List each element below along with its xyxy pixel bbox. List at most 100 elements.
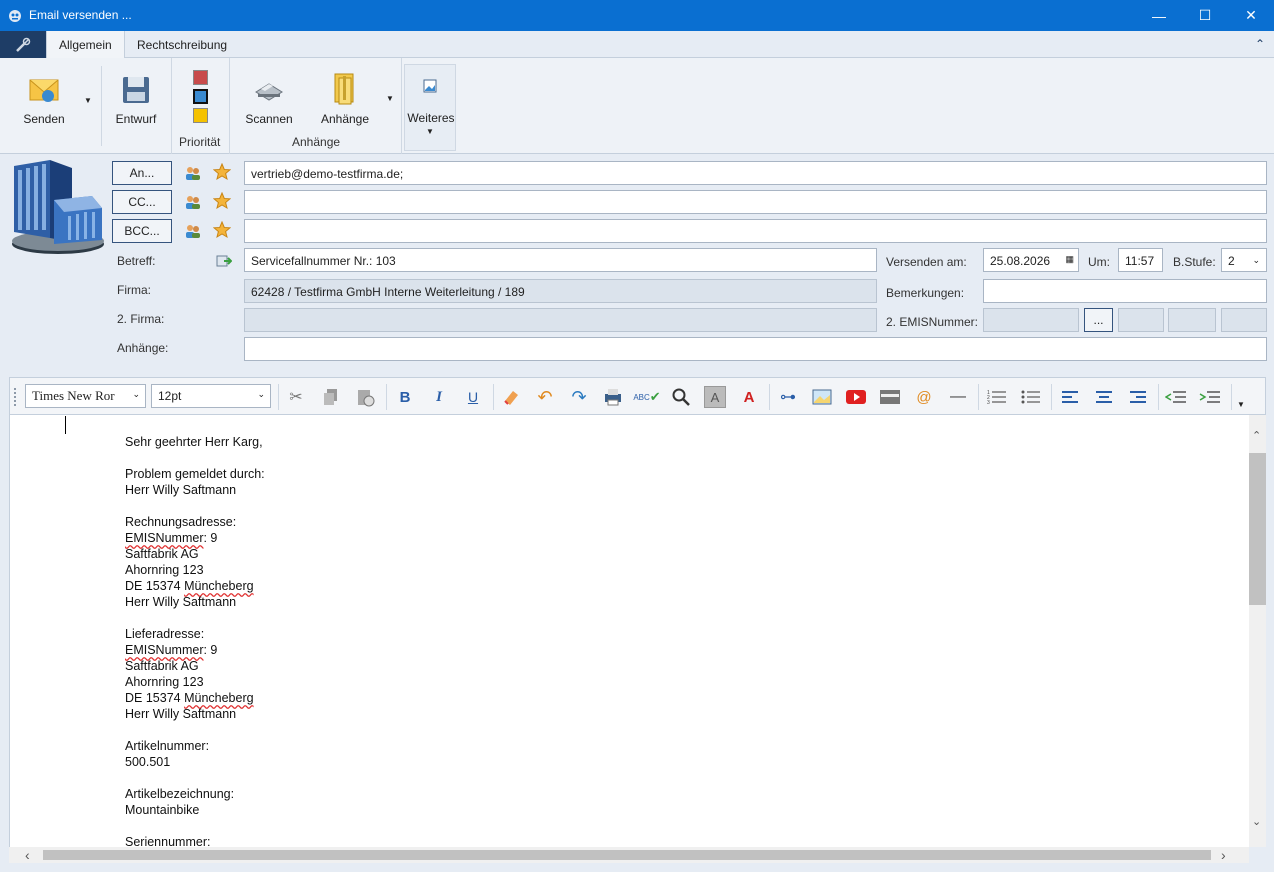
paste-icon[interactable] bbox=[354, 386, 376, 408]
search-icon[interactable] bbox=[670, 386, 692, 408]
numbered-list-icon[interactable]: 123 bbox=[986, 386, 1008, 408]
horizontal-scroll-thumb[interactable] bbox=[43, 850, 1211, 860]
italic-icon[interactable]: I bbox=[428, 386, 450, 408]
chevron-down-icon: ⌄ bbox=[132, 389, 140, 399]
print-icon[interactable] bbox=[602, 386, 624, 408]
an-button[interactable]: An... bbox=[112, 161, 172, 185]
bemerkungen-input[interactable] bbox=[983, 279, 1267, 303]
body-line: Saftfabrik AG bbox=[125, 659, 199, 673]
tab-allgemein[interactable]: Allgemein bbox=[46, 31, 125, 59]
bstufe-label: B.Stufe: bbox=[1173, 255, 1216, 269]
emis2-lookup-button[interactable]: ... bbox=[1084, 308, 1113, 332]
redo-icon[interactable]: ↷ bbox=[568, 386, 590, 408]
firma-input: 62428 / Testfirma GmbH Interne Weiterlei… bbox=[244, 279, 877, 303]
email-link-icon[interactable]: @ bbox=[913, 386, 935, 408]
bstufe-select[interactable]: 2 ⌄ bbox=[1221, 248, 1267, 272]
toolbar-grip[interactable] bbox=[14, 388, 18, 406]
close-button[interactable]: ✕ bbox=[1228, 0, 1274, 31]
favorite-star-icon[interactable] bbox=[212, 220, 232, 242]
horizontal-scrollbar[interactable]: ‹ › bbox=[9, 847, 1249, 863]
tools-menu-button[interactable] bbox=[0, 31, 46, 58]
an-input[interactable]: vertrieb@demo-testfirma.de; bbox=[244, 161, 1267, 185]
company-logo bbox=[6, 160, 106, 259]
body-line: Herr Willy Saftmann bbox=[125, 483, 237, 497]
versenden-date-input[interactable]: 25.08.2026 ▦ bbox=[983, 248, 1079, 272]
anhaenge-input[interactable] bbox=[244, 337, 1267, 361]
font-family-select[interactable]: Times New Ror ⌄ bbox=[25, 384, 146, 408]
senden-dropdown-icon[interactable]: ▼ bbox=[84, 96, 92, 105]
scanner-icon bbox=[255, 83, 283, 101]
bcc-button[interactable]: BCC... bbox=[112, 219, 172, 243]
tab-rechtschreibung[interactable]: Rechtschreibung bbox=[125, 31, 239, 58]
horizontal-rule-icon[interactable]: — bbox=[947, 386, 969, 408]
indent-icon[interactable] bbox=[1199, 386, 1221, 408]
cc-input[interactable] bbox=[244, 190, 1267, 214]
address-book-icon[interactable] bbox=[185, 194, 201, 213]
font-color-icon[interactable]: A bbox=[738, 386, 760, 408]
vertical-scrollbar[interactable]: ⌃ ⌄ bbox=[1249, 415, 1266, 847]
anhaenge-group-label: Anhänge bbox=[292, 135, 341, 149]
um-time-input[interactable]: 11:57 bbox=[1118, 248, 1163, 272]
anhaenge-dropdown-icon[interactable]: ▼ bbox=[386, 94, 394, 103]
bcc-input[interactable] bbox=[244, 219, 1267, 243]
collapse-ribbon-icon[interactable]: ⌃ bbox=[1255, 37, 1265, 51]
video-icon[interactable] bbox=[845, 386, 867, 408]
body-line: Mountainbike bbox=[125, 803, 200, 817]
weiteres-button[interactable]: Weiteres ▼ bbox=[404, 64, 456, 151]
maximize-button[interactable]: ☐ bbox=[1182, 0, 1228, 31]
toolbar-separator bbox=[386, 384, 387, 410]
spellcheck-icon[interactable]: ABC ✔ bbox=[633, 386, 660, 408]
vertical-scroll-thumb[interactable] bbox=[1249, 453, 1266, 605]
calendar-icon[interactable]: ▦ bbox=[1065, 254, 1074, 265]
scroll-left-icon[interactable]: ‹ bbox=[25, 847, 30, 863]
align-center-icon[interactable] bbox=[1093, 386, 1115, 408]
highlight-color-icon[interactable]: A bbox=[704, 386, 726, 408]
toolbar-separator bbox=[1051, 384, 1052, 410]
font-size-select[interactable]: 12pt ⌄ bbox=[151, 384, 271, 408]
toolbar-overflow-icon[interactable]: ▼ bbox=[1237, 400, 1245, 409]
scroll-right-icon[interactable]: › bbox=[1221, 847, 1226, 863]
priority-normal-swatch[interactable] bbox=[193, 89, 208, 104]
cut-icon[interactable]: ✂ bbox=[285, 386, 307, 408]
entwurf-button[interactable]: Entwurf bbox=[112, 74, 160, 126]
align-left-icon[interactable] bbox=[1059, 386, 1081, 408]
body-line: EMISNummer: 9 bbox=[125, 531, 218, 545]
priority-low-swatch[interactable] bbox=[193, 108, 208, 123]
betreff-label: Betreff: bbox=[117, 254, 156, 268]
emis2-extra-field bbox=[1221, 308, 1267, 332]
toolbar-separator bbox=[1231, 384, 1232, 410]
address-book-icon[interactable] bbox=[185, 165, 201, 184]
scroll-up-icon[interactable]: ⌃ bbox=[1252, 429, 1261, 442]
scannen-button[interactable]: Scannen bbox=[243, 74, 295, 126]
image-icon bbox=[423, 79, 437, 93]
address-book-icon[interactable] bbox=[185, 223, 201, 242]
bullet-list-icon[interactable] bbox=[1020, 386, 1042, 408]
body-line: Saftfabrik AG bbox=[125, 547, 199, 561]
eraser-icon[interactable] bbox=[500, 386, 522, 408]
outdent-icon[interactable] bbox=[1165, 386, 1187, 408]
scroll-down-icon[interactable]: ⌄ bbox=[1252, 815, 1261, 828]
subject-template-icon[interactable] bbox=[216, 254, 233, 271]
body-line: DE 15374 Müncheberg bbox=[125, 579, 254, 593]
priority-high-swatch[interactable] bbox=[193, 70, 208, 85]
align-right-icon[interactable] bbox=[1127, 386, 1149, 408]
minimize-button[interactable]: — bbox=[1136, 0, 1182, 31]
tools-icon bbox=[16, 37, 31, 52]
link-icon[interactable]: ⊶ bbox=[777, 386, 799, 408]
email-body-editor[interactable]: Sehr geehrter Herr Karg, Problem gemeldet… bbox=[9, 415, 1249, 847]
betreff-input[interactable]: Servicefallnummer Nr.: 103 bbox=[244, 248, 877, 272]
body-line: Ahornring 123 bbox=[125, 675, 204, 689]
favorite-star-icon[interactable] bbox=[212, 162, 232, 184]
undo-icon[interactable]: ↶ bbox=[534, 386, 556, 408]
table-icon[interactable] bbox=[879, 386, 901, 408]
bemerkungen-label: Bemerkungen: bbox=[886, 286, 965, 300]
insert-image-icon[interactable] bbox=[811, 386, 833, 408]
senden-button[interactable]: Senden bbox=[18, 74, 70, 126]
toolbar-separator bbox=[769, 384, 770, 410]
cc-button[interactable]: CC... bbox=[112, 190, 172, 214]
underline-icon[interactable]: U bbox=[462, 386, 484, 408]
favorite-star-icon[interactable] bbox=[212, 191, 232, 213]
bold-icon[interactable]: B bbox=[394, 386, 416, 408]
anhaenge-button[interactable]: Anhänge bbox=[317, 72, 373, 126]
copy-icon[interactable] bbox=[320, 386, 342, 408]
